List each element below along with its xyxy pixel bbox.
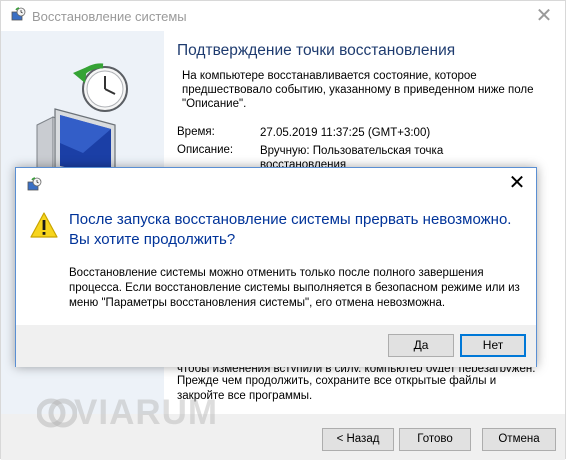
confirmation-dialog: ✕ После запуска восстановление системы п… bbox=[15, 167, 537, 367]
wizard-intro-text: На компьютере восстанавливается состояни… bbox=[182, 70, 534, 110]
no-button[interactable]: Нет bbox=[460, 334, 526, 357]
warning-icon bbox=[30, 212, 58, 238]
yes-button[interactable]: Да bbox=[388, 334, 454, 357]
dialog-close-icon[interactable]: ✕ bbox=[506, 172, 528, 194]
system-restore-icon bbox=[11, 7, 26, 21]
wizard-save-files-text: Прежде чем продолжить, сохраните все отк… bbox=[177, 375, 497, 402]
watermark-text: VIARUM bbox=[74, 393, 219, 432]
wizard-title: Восстановление системы bbox=[32, 9, 187, 24]
wizard-heading: Подтверждение точки восстановления bbox=[177, 42, 456, 59]
dialog-content-text: Восстановление системы можно отменить то… bbox=[69, 267, 520, 309]
finish-button[interactable]: Готово bbox=[399, 428, 471, 451]
dialog-main-instruction: После запуска восстановление системы пре… bbox=[69, 211, 512, 248]
watermark-logo-icon bbox=[37, 398, 77, 428]
time-value: 27.05.2019 11:37:25 (GMT+3:00) bbox=[260, 127, 431, 139]
wizard-titlebar: Восстановление системы ✕ bbox=[1, 1, 565, 31]
time-label: Время: bbox=[177, 126, 215, 138]
dialog-footer bbox=[16, 325, 536, 367]
back-button[interactable]: < Назад bbox=[322, 428, 394, 451]
wizard-close-icon[interactable]: ✕ bbox=[533, 5, 555, 27]
system-restore-icon bbox=[27, 177, 42, 191]
description-label: Описание: bbox=[177, 144, 234, 156]
cancel-button[interactable]: Отмена bbox=[482, 428, 556, 451]
